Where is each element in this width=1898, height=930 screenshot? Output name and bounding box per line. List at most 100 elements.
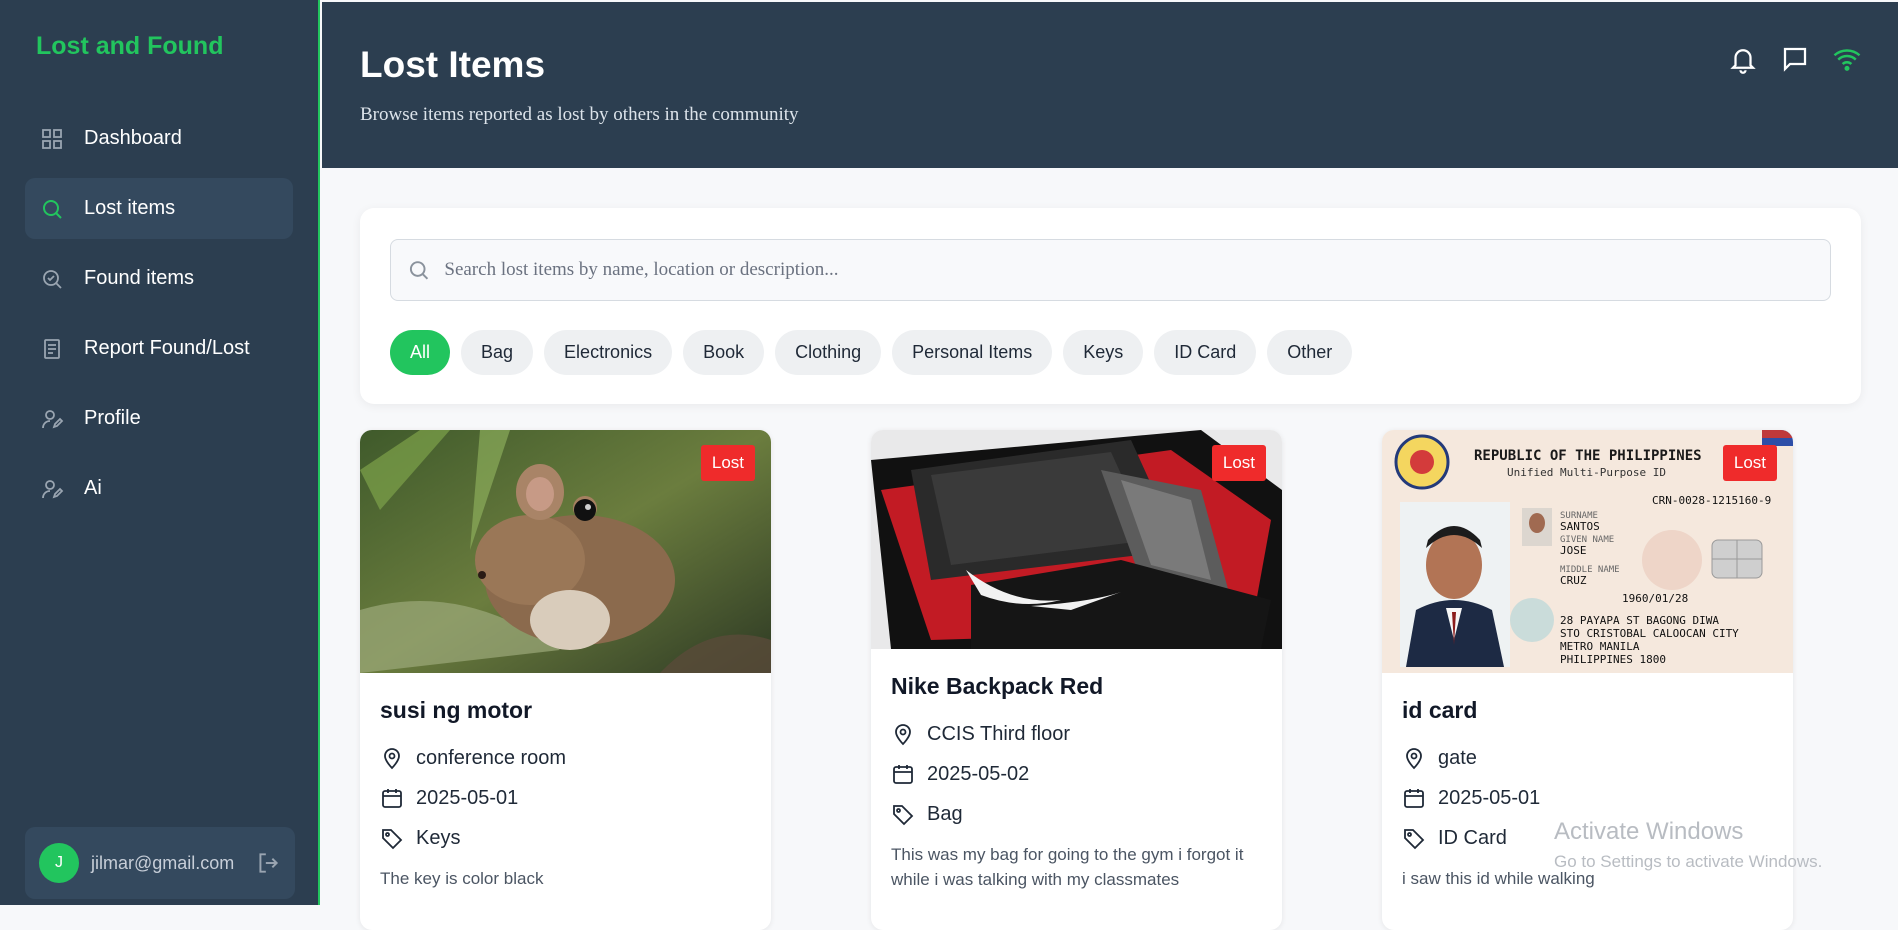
location-text: gate (1438, 746, 1477, 769)
sidebar-item-profile[interactable]: Profile (25, 388, 293, 449)
sidebar-item-label: Profile (84, 407, 141, 429)
tag-icon (382, 829, 403, 850)
id-subtitle-text: Unified Multi-Purpose ID (1507, 466, 1666, 479)
item-description: This was my bag for going to the gym i f… (891, 845, 1244, 889)
id-country-text: REPUBLIC OF THE PHILIPPINES (1474, 448, 1702, 464)
tag-icon (893, 805, 914, 826)
sidebar-nav: Dashboard Lost items Found items Report … (25, 108, 293, 528)
location-pin-icon (1406, 748, 1422, 770)
calendar-icon (893, 765, 913, 784)
date-text: 2025-05-01 (1438, 786, 1541, 809)
location-pin-icon (895, 724, 911, 746)
category-text: ID Card (1438, 826, 1507, 849)
filter-chip-id-card[interactable]: ID Card (1154, 330, 1257, 375)
filter-chip-electronics[interactable]: Electronics (544, 330, 673, 375)
bell-icon[interactable] (1728, 44, 1758, 74)
item-location: gate (1402, 738, 1773, 778)
page-subtitle: Browse items reported as lost by others … (360, 104, 799, 125)
avatar: J (39, 843, 79, 883)
watermark-subtitle: Go to Settings to activate Windows. (1554, 852, 1823, 871)
search-icon (409, 261, 429, 280)
user-edit-icon (40, 477, 64, 501)
date-text: 2025-05-02 (927, 762, 1030, 785)
sidebar-item-label: Found items (84, 267, 195, 289)
item-category: Keys (380, 818, 751, 858)
calendar-icon (1404, 789, 1424, 808)
id-addr1-text: 28 PAYAPA ST BAGONG DIWA (1560, 614, 1719, 627)
category-text: Bag (927, 802, 963, 825)
watermark-title: Activate Windows (1554, 818, 1744, 845)
activation-watermark: Activate Windows Go to Settings to activ… (1554, 818, 1822, 872)
id-addr4-text: PHILIPPINES 1800 (1560, 653, 1666, 666)
filter-chip-personal-items[interactable]: Personal Items (892, 330, 1053, 375)
status-badge: Lost (700, 445, 755, 481)
item-location: conference room (380, 738, 751, 778)
sidebar-item-label: Dashboard (84, 127, 182, 149)
status-badge: Lost (1722, 445, 1777, 481)
user-edit-icon (40, 407, 64, 431)
tag-icon (1404, 829, 1425, 850)
grid-icon (40, 127, 64, 151)
status-badge: Lost (1211, 445, 1266, 481)
header-actions (1728, 44, 1862, 74)
item-title: id card (1402, 697, 1478, 723)
document-icon (40, 337, 64, 361)
card-body: Nike Backpack Red CCIS Third floor 2025-… (871, 673, 1282, 892)
id-middle-text: CRUZ (1560, 574, 1587, 587)
page-title: Lost Items (360, 44, 546, 85)
search-icon (40, 197, 64, 221)
filter-chip-clothing[interactable]: Clothing (775, 330, 882, 375)
item-category: Bag (891, 794, 1262, 834)
logout-icon[interactable] (255, 850, 281, 876)
search-bar (390, 239, 1831, 301)
page-header: Lost Items Browse items reported as lost… (322, 2, 1898, 168)
filter-chip-bag[interactable]: Bag (461, 330, 534, 375)
id-given-text: JOSE (1560, 544, 1587, 557)
item-image: Lost (360, 430, 771, 673)
card-body: susi ng motor conference room 2025-05-01… (360, 697, 771, 891)
item-date: 2025-05-01 (380, 778, 751, 818)
item-card[interactable]: Lost susi ng motor conference room 2025-… (360, 430, 771, 930)
id-addr3-text: METRO MANILA (1560, 640, 1640, 653)
message-icon[interactable] (1780, 44, 1810, 74)
item-date: 2025-05-01 (1402, 778, 1773, 818)
item-image: REPUBLIC OF THE PHILIPPINES Unified Mult… (1382, 430, 1793, 673)
filter-panel: All Bag Electronics Book Clothing Person… (360, 208, 1861, 404)
calendar-icon (382, 789, 402, 808)
brand-title[interactable]: Lost and Found (36, 32, 223, 61)
id-dob-text: 1960/01/28 (1622, 592, 1688, 605)
wifi-icon[interactable] (1832, 44, 1862, 74)
filter-chip-other[interactable]: Other (1267, 330, 1353, 375)
sidebar-item-label: Ai (84, 477, 102, 499)
id-surname-text: SANTOS (1560, 520, 1600, 533)
item-date: 2025-05-02 (891, 754, 1262, 794)
search-input[interactable] (444, 259, 1830, 281)
location-text: conference room (416, 746, 567, 769)
filter-chip-book[interactable]: Book (683, 330, 765, 375)
date-text: 2025-05-01 (416, 786, 519, 809)
id-addr2-text: STO CRISTOBAL CALOOCAN CITY (1560, 627, 1739, 640)
sidebar: Lost and Found Dashboard Lost items Foun… (0, 0, 320, 905)
item-description: The key is color black (380, 869, 544, 888)
user-email: jilmar@gmail.com (91, 852, 235, 873)
filter-chip-all[interactable]: All (390, 330, 451, 375)
sidebar-item-found-items[interactable]: Found items (25, 248, 293, 309)
filter-chip-keys[interactable]: Keys (1063, 330, 1144, 375)
item-location: CCIS Third floor (891, 714, 1262, 754)
sidebar-item-label: Report Found/Lost (84, 337, 250, 359)
user-panel: J jilmar@gmail.com (25, 827, 295, 899)
sidebar-item-label: Lost items (84, 197, 176, 219)
search-check-icon (40, 267, 64, 291)
item-title: susi ng motor (380, 697, 533, 723)
category-text: Keys (416, 826, 461, 849)
sidebar-item-lost-items[interactable]: Lost items (25, 178, 293, 239)
sidebar-item-ai[interactable]: Ai (25, 458, 293, 519)
item-image: Lost (871, 430, 1282, 649)
category-filters: All Bag Electronics Book Clothing Person… (390, 330, 1353, 375)
item-card[interactable]: Lost Nike Backpack Red CCIS Third floor … (871, 430, 1282, 930)
id-crn-text: CRN-0028-1215160-9 (1652, 494, 1771, 507)
sidebar-item-dashboard[interactable]: Dashboard (25, 108, 293, 169)
location-text: CCIS Third floor (927, 722, 1071, 745)
location-pin-icon (384, 748, 400, 770)
sidebar-item-report[interactable]: Report Found/Lost (25, 318, 293, 379)
